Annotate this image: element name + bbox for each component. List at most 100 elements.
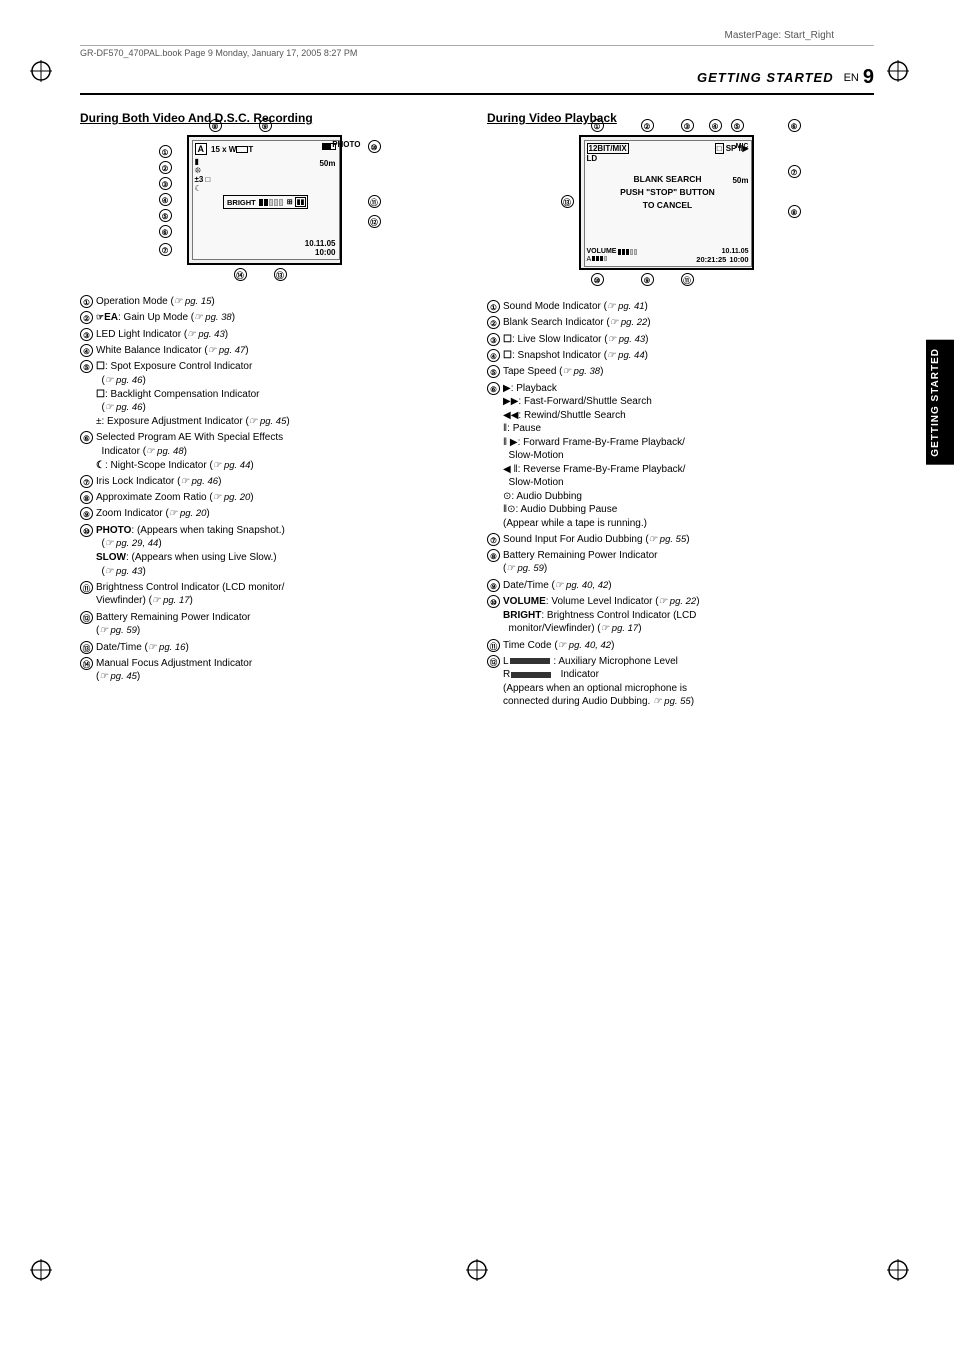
ld-label: LD <box>587 154 629 163</box>
lang-label: EN <box>844 72 859 84</box>
left-screen-box: A 15 x WT ▮ ❊ ±3 □ ☾ <box>187 135 342 265</box>
right-date: 10.11.05 <box>722 248 749 255</box>
callout-13-bot: ⑬ <box>274 268 287 281</box>
num-circle-7: ⑦ <box>80 475 93 488</box>
desc-item-2: ② ☞EA: Gain Up Mode (☞ pg. 38) <box>80 311 467 325</box>
corner-mark-br <box>887 1259 909 1281</box>
r-desc-item-11: ⑪ Time Code (☞ pg. 40, 42) <box>487 639 874 653</box>
r-desc-item-3: ③ ☐: Live Slow Indicator (☞ pg. 43) <box>487 333 874 347</box>
right-time-col: 20:21:25 10:00 <box>696 255 748 264</box>
photo-label: PHOTO <box>332 140 360 149</box>
r-desc-item-7: ⑦ Sound Input For Audio Dubbing (☞ pg. 5… <box>487 533 874 547</box>
r-callout-6-top: ⑥ <box>788 119 801 132</box>
num-circle-2: ② <box>80 311 93 324</box>
num-circle-9: ⑨ <box>80 507 93 520</box>
left-screen-icons: ▮ ❊ ±3 □ ☾ <box>193 157 339 193</box>
callout-1-left: ① <box>159 145 172 158</box>
r-num-circle-2: ② <box>487 316 500 329</box>
r-desc-item-5: ⑤ Tape Speed (☞ pg. 38) <box>487 365 874 379</box>
bottom-row1: VOLUME <box>587 248 749 255</box>
r-num-circle-9: ⑨ <box>487 579 500 592</box>
bits-box: 12BIT/MIX <box>587 143 629 154</box>
page-number: 9 <box>863 66 874 89</box>
left-column: During Both Video And D.S.C. Recording ①… <box>80 111 467 712</box>
grid-icon: ⊞ <box>287 198 293 206</box>
r-desc-item-1: ① Sound Mode Indicator (☞ pg. 41) <box>487 300 874 314</box>
r-desc-item-10: ⑩ VOLUME: Volume Level Indicator (☞ pg. … <box>487 595 874 636</box>
section-title-header: GETTING STARTED <box>697 70 834 85</box>
r-callout-4-top: ④ <box>709 119 722 132</box>
r-callout-1-top: ① <box>591 119 604 132</box>
right-column: During Video Playback ① ② ③ ④ ⑤ ⑥ <box>487 111 874 712</box>
r-callout-3-top: ③ <box>681 119 694 132</box>
callout-8-top: ⑧ <box>209 119 222 132</box>
right-bat-date: 10.11.05 <box>722 248 749 255</box>
r-desc-item-9: ⑨ Date/Time (☞ pg. 40, 42) <box>487 579 874 593</box>
sel-prog-icon: □ <box>205 175 210 184</box>
r-num-circle-11: ⑪ <box>487 639 500 652</box>
right-bits-label: 12BIT/MIX LD <box>587 143 629 163</box>
r-callout-2-top: ② <box>641 119 654 132</box>
num-circle-3: ③ <box>80 328 93 341</box>
r-callout-5-top: ⑤ <box>731 119 744 132</box>
wb-icon: ❊ <box>195 166 339 175</box>
r-num-circle-1: ① <box>487 300 500 313</box>
left-diagram-bottom-space <box>80 275 467 295</box>
callout-2-left: ② <box>159 161 172 174</box>
zoom-text: 15 x WT <box>211 145 253 154</box>
num-circle-1: ① <box>80 295 93 308</box>
callout-12-right: ⑫ <box>368 215 381 228</box>
night-scope-icon: ☾ <box>195 184 339 193</box>
desc-item-1: ① Operation Mode (☞ pg. 15) <box>80 295 467 309</box>
callout-5-left: ⑤ <box>159 209 172 222</box>
right-descriptions: ① Sound Mode Indicator (☞ pg. 41) ② Blan… <box>487 300 874 709</box>
doc-content: MasterPage: Start_Right GR-DF570_470PAL.… <box>30 20 924 722</box>
r-num-circle-12: ⑫ <box>487 655 500 668</box>
main-columns: During Both Video And D.S.C. Recording ①… <box>80 111 874 712</box>
left-50m-label: 50m <box>319 159 335 168</box>
master-page-label: MasterPage: Start_Right <box>80 30 874 41</box>
bottom-row2: A <box>587 255 749 264</box>
r-callout-9-bot: ⑨ <box>641 273 654 286</box>
bright-bar: BRIGHT ⊞ ▮▮ <box>223 195 308 209</box>
num-circle-14: ⑭ <box>80 657 93 670</box>
r-desc-item-4: ④ ☐: Snapshot Indicator (☞ pg. 44) <box>487 349 874 363</box>
num-circle-10: ⑩ <box>80 524 93 537</box>
led-icon: ▮ <box>195 157 339 166</box>
volume-row: VOLUME <box>587 248 638 255</box>
desc-item-10: ⑩ PHOTO: (Appears when taking Snapshot.)… <box>80 524 467 579</box>
desc-item-3: ③ LED Light Indicator (☞ pg. 43) <box>80 328 467 342</box>
side-tab: GETTING STARTED <box>926 340 954 465</box>
callout-3-left: ③ <box>159 177 172 190</box>
num-circle-6: ⑥ <box>80 431 93 444</box>
blank-search-text: BLANK SEARCH PUSH "STOP" BUTTON TO CANCE… <box>585 173 751 211</box>
left-screen-time: 10:00 <box>305 248 336 257</box>
bright-label: BRIGHT <box>227 198 256 207</box>
right-screen-top: 12BIT/MIX LD □ SP ‖▶ <box>585 141 751 163</box>
left-section-title: During Both Video And D.S.C. Recording <box>80 111 467 125</box>
r-num-circle-3: ③ <box>487 333 500 346</box>
r-desc-item-2: ② Blank Search Indicator (☞ pg. 22) <box>487 316 874 330</box>
file-info: GR-DF570_470PAL.book Page 9 Monday, Janu… <box>80 45 874 58</box>
num-circle-8: ⑧ <box>80 491 93 504</box>
page-wrapper: MasterPage: Start_Right GR-DF570_470PAL.… <box>0 0 954 1351</box>
r-num-circle-6: ⑥ <box>487 382 500 395</box>
right-screen-box: 12BIT/MIX LD □ SP ‖▶ MIC <box>579 135 754 270</box>
num-circle-5: ⑤ <box>80 360 93 373</box>
desc-item-6: ⑥ Selected Program AE With Special Effec… <box>80 431 467 472</box>
desc-item-12: ⑫ Battery Remaining Power Indicator(☞ pg… <box>80 611 467 638</box>
corner-mark-bl <box>30 1259 52 1281</box>
mic-label: MIC <box>736 143 749 150</box>
page-header: GETTING STARTED EN 9 <box>80 66 874 95</box>
callout-7-left: ⑦ <box>159 243 172 256</box>
r-callout-10-bot: ⑩ <box>591 273 604 286</box>
exposure-row: ±3 □ <box>195 175 339 184</box>
r-num-circle-8: ⑧ <box>487 549 500 562</box>
corner-mark-tr <box>887 60 909 82</box>
left-screen-inner: A 15 x WT ▮ ❊ ±3 □ ☾ <box>192 140 340 260</box>
right-diagram-bottom-space <box>487 280 874 300</box>
r-desc-item-12: ⑫ L : Auxiliary Microphone Level R Indic… <box>487 655 874 709</box>
desc-item-11: ⑪ Brightness Control Indicator (LCD moni… <box>80 581 467 608</box>
desc-item-7: ⑦ Iris Lock Indicator (☞ pg. 46) <box>80 475 467 489</box>
callout-14-bot: ⑭ <box>234 268 247 281</box>
